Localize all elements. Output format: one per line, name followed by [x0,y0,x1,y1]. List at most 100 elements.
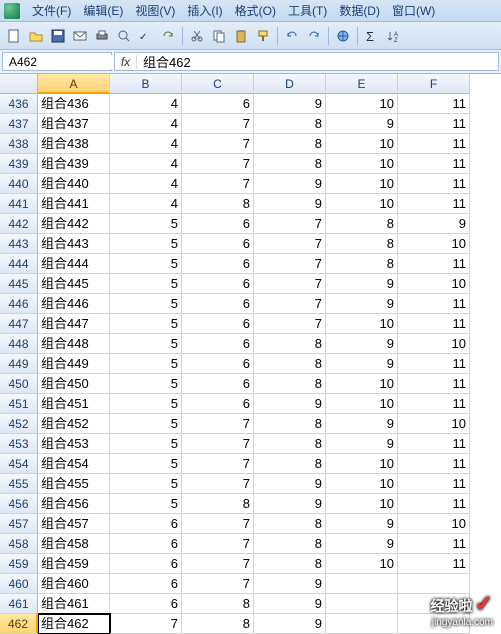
cell[interactable]: 组合446 [38,294,110,314]
cell[interactable]: 6 [182,314,254,334]
cell[interactable]: 11 [398,114,470,134]
column-header-D[interactable]: D [254,74,326,94]
cell[interactable]: 11 [398,434,470,454]
menu-item-0[interactable]: 文件(F) [26,0,77,21]
cell[interactable]: 4 [110,134,182,154]
cell[interactable]: 8 [326,214,398,234]
cell[interactable]: 7 [182,174,254,194]
cell[interactable]: 5 [110,294,182,314]
cell[interactable]: 6 [182,354,254,374]
cell[interactable]: 6 [182,254,254,274]
cell[interactable]: 组合457 [38,514,110,534]
cell[interactable]: 8 [254,454,326,474]
cell[interactable]: 11 [398,474,470,494]
cell[interactable]: 8 [182,594,254,614]
row-header[interactable]: 459 [0,554,38,574]
row-header[interactable]: 451 [0,394,38,414]
row-header[interactable]: 441 [0,194,38,214]
sort-icon[interactable]: AZ [384,26,404,46]
cell[interactable]: 8 [254,514,326,534]
cell[interactable]: 8 [182,194,254,214]
cell[interactable]: 组合459 [38,554,110,574]
cell[interactable]: 9 [254,594,326,614]
row-header[interactable]: 436 [0,94,38,114]
cell[interactable]: 组合441 [38,194,110,214]
cell[interactable]: 7 [110,614,182,634]
column-header-A[interactable]: A [38,74,110,94]
cell[interactable]: 9 [326,114,398,134]
cell[interactable]: 11 [398,494,470,514]
cell[interactable]: 11 [398,254,470,274]
cell[interactable]: 8 [254,154,326,174]
new-icon[interactable] [4,26,24,46]
cell[interactable]: 5 [110,494,182,514]
cell[interactable]: 11 [398,354,470,374]
cell[interactable]: 组合437 [38,114,110,134]
cell[interactable]: 7 [182,414,254,434]
cell[interactable]: 6 [182,234,254,254]
row-header[interactable]: 438 [0,134,38,154]
cell[interactable]: 10 [326,554,398,574]
cell[interactable]: 7 [182,534,254,554]
cell[interactable]: 11 [398,174,470,194]
cell[interactable]: 10 [398,514,470,534]
row-header[interactable]: 453 [0,434,38,454]
row-header[interactable]: 444 [0,254,38,274]
row-header[interactable]: 445 [0,274,38,294]
cell[interactable]: 9 [254,94,326,114]
cell[interactable] [398,574,470,594]
cell[interactable]: 5 [110,214,182,234]
row-header[interactable]: 447 [0,314,38,334]
cell[interactable]: 9 [326,354,398,374]
cell[interactable]: 6 [110,534,182,554]
undo-icon[interactable] [282,26,302,46]
cell[interactable]: 11 [398,374,470,394]
cell[interactable]: 9 [326,294,398,314]
cell[interactable]: 10 [326,454,398,474]
cell[interactable]: 10 [326,474,398,494]
menu-item-3[interactable]: 插入(I) [181,0,228,21]
cell[interactable]: 7 [254,254,326,274]
cell[interactable]: 11 [398,454,470,474]
cell[interactable]: 7 [182,554,254,574]
cell[interactable]: 7 [182,454,254,474]
cell[interactable]: 8 [182,614,254,634]
cell[interactable]: 10 [326,174,398,194]
cell[interactable]: 7 [254,274,326,294]
cell[interactable]: 5 [110,374,182,394]
cell[interactable]: 9 [254,194,326,214]
cell[interactable]: 7 [182,154,254,174]
cell[interactable]: 10 [326,194,398,214]
cell[interactable]: 4 [110,194,182,214]
menu-item-7[interactable]: 窗口(W) [386,0,441,21]
cell[interactable]: 组合438 [38,134,110,154]
cell[interactable]: 7 [254,314,326,334]
redo2-icon[interactable] [304,26,324,46]
row-header[interactable]: 458 [0,534,38,554]
cell[interactable]: 7 [254,234,326,254]
cell[interactable]: 组合455 [38,474,110,494]
column-header-E[interactable]: E [326,74,398,94]
column-header-C[interactable]: C [182,74,254,94]
cell[interactable]: 11 [398,154,470,174]
row-header[interactable]: 440 [0,174,38,194]
cell[interactable]: 9 [254,394,326,414]
cell[interactable]: 11 [398,314,470,334]
cell[interactable]: 5 [110,234,182,254]
cell[interactable] [398,594,470,614]
format-painter-icon[interactable] [253,26,273,46]
menu-item-6[interactable]: 数据(D) [333,0,386,21]
row-header[interactable]: 454 [0,454,38,474]
row-header[interactable]: 457 [0,514,38,534]
cell[interactable]: 8 [254,534,326,554]
cell[interactable]: 5 [110,354,182,374]
open-icon[interactable] [26,26,46,46]
cell[interactable]: 组合454 [38,454,110,474]
cell[interactable]: 8 [326,234,398,254]
cell[interactable]: 组合448 [38,334,110,354]
cell[interactable]: 9 [254,474,326,494]
cell[interactable]: 组合439 [38,154,110,174]
cell[interactable]: 8 [254,134,326,154]
cell[interactable]: 组合449 [38,354,110,374]
cell[interactable]: 组合458 [38,534,110,554]
